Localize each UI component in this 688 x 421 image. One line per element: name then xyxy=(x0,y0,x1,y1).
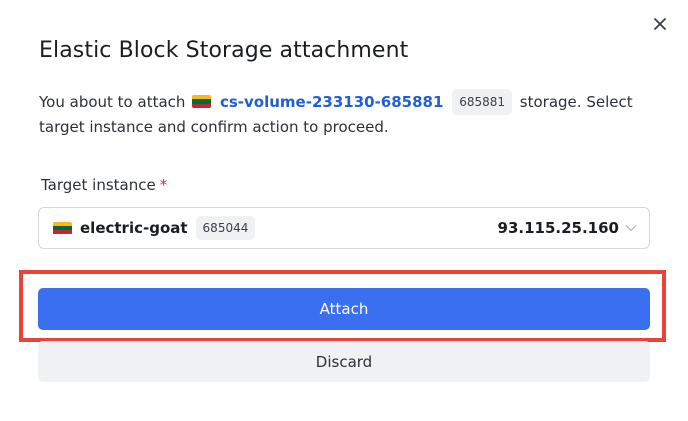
highlight-box xyxy=(19,270,666,342)
lithuania-flag-icon xyxy=(192,95,212,108)
dialog-description: You about to attach cs-volume-233130-685… xyxy=(39,89,639,140)
discard-button[interactable]: Discard xyxy=(38,341,650,382)
target-instance-select[interactable]: electric-goat 685044 93.115.25.160 xyxy=(38,207,650,249)
volume-id-badge: 685881 xyxy=(452,89,513,115)
attach-dialog: Elastic Block Storage attachment You abo… xyxy=(0,0,688,421)
chevron-down-icon xyxy=(625,224,637,232)
close-icon xyxy=(654,18,666,30)
required-mark: * xyxy=(159,176,168,194)
lithuania-flag-icon xyxy=(53,221,72,235)
volume-link[interactable]: cs-volume-233130-685881 xyxy=(220,93,443,111)
target-instance-label: Target instance * xyxy=(41,176,167,194)
target-instance-label-text: Target instance xyxy=(41,176,156,194)
description-prefix: You about to attach xyxy=(39,93,186,111)
instance-name: electric-goat xyxy=(80,219,188,237)
instance-ip: 93.115.25.160 xyxy=(497,219,619,237)
instance-id-badge: 685044 xyxy=(195,216,256,240)
dialog-title: Elastic Block Storage attachment xyxy=(39,38,409,63)
close-button[interactable] xyxy=(648,12,672,36)
